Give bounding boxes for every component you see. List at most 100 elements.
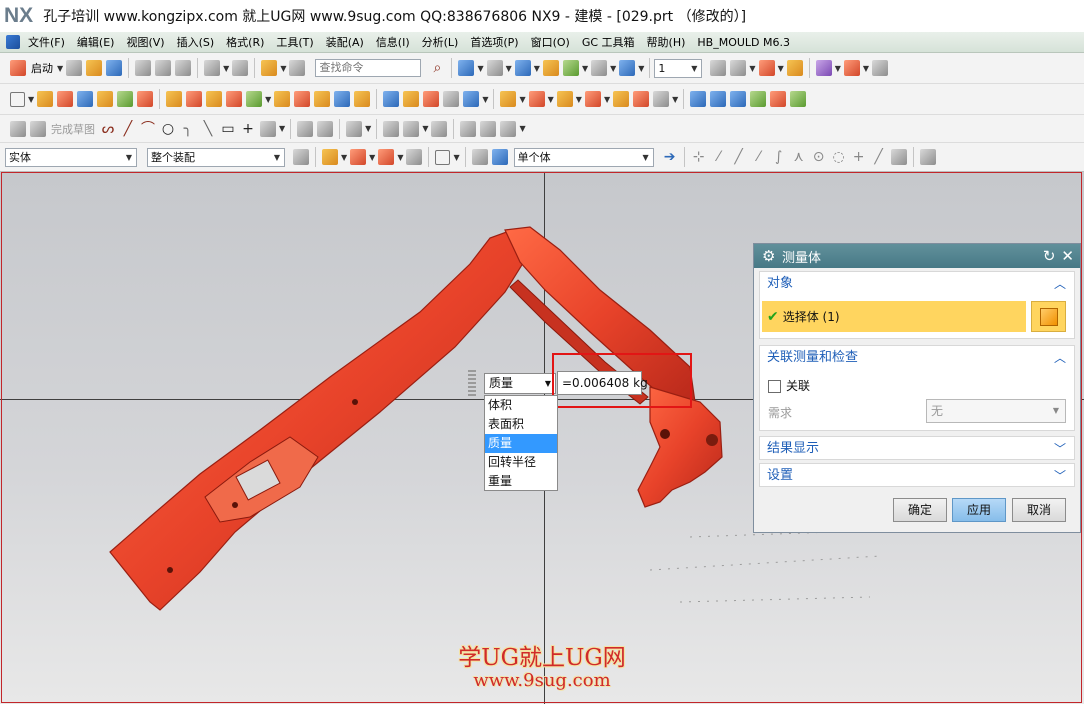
sync-modeling-icon[interactable] (500, 91, 517, 107)
measure-type-select[interactable]: 质量 ▼ (484, 373, 556, 394)
chevron-down-icon[interactable]: ﹀ (1054, 437, 1066, 461)
option-radius-of-gyration[interactable]: 回转半径 (485, 453, 557, 472)
quick-trim-icon[interactable] (297, 120, 314, 137)
relations-icon[interactable] (480, 120, 497, 137)
polygon-icon[interactable] (260, 120, 276, 137)
sketch-settings-icon[interactable] (500, 120, 517, 137)
new-file-icon[interactable] (66, 60, 83, 76)
snap-point-icon[interactable]: ⊹ (691, 149, 707, 165)
rectangle-icon[interactable]: ▭ (220, 121, 236, 137)
view-section-icon[interactable] (619, 60, 636, 76)
requirement-select[interactable]: 无 ▼ (926, 399, 1066, 423)
move-to-layer-icon[interactable] (730, 60, 747, 76)
finish-sketch-icon[interactable] (30, 120, 46, 137)
chamfer-icon[interactable] (294, 91, 311, 107)
section-results[interactable]: 结果显示 ﹀ (759, 436, 1075, 460)
save-icon[interactable] (106, 60, 123, 76)
mirror-icon[interactable] (443, 91, 460, 107)
chevron-down-icon[interactable]: ▼ (397, 153, 403, 162)
chevron-down-icon[interactable]: ▼ (453, 153, 459, 162)
snap-midpoint-icon[interactable]: ╱ (731, 149, 747, 165)
chevron-down-icon[interactable]: ▼ (778, 64, 784, 73)
more-tools-icon[interactable] (872, 60, 889, 76)
shell-icon[interactable] (314, 91, 331, 107)
menu-hb-mould[interactable]: HB_MOULD M6.3 (697, 36, 790, 49)
section-settings-header[interactable]: 设置 ﹀ (760, 464, 1074, 488)
dimension-sketch-icon[interactable] (403, 120, 420, 137)
snap-curve-icon[interactable]: ∫ (771, 149, 787, 165)
snap-grid-icon[interactable] (919, 149, 936, 165)
offset-curve-icon[interactable] (346, 120, 363, 137)
chevron-down-icon[interactable]: ▼ (638, 64, 644, 73)
wcs-icon[interactable] (758, 60, 775, 76)
filter-icon[interactable] (293, 149, 309, 165)
command-toolbar-icon[interactable] (261, 60, 278, 76)
cancel-button[interactable]: 取消 (1012, 498, 1066, 522)
chevron-down-icon[interactable]: ▼ (57, 64, 63, 73)
snap-endpoint-icon[interactable]: ⁄ (711, 149, 727, 165)
chevron-down-icon[interactable]: ▼ (548, 95, 554, 104)
menu-window[interactable]: 窗口(O) (531, 34, 570, 50)
select-body-row[interactable]: ✔ 选择体 (1) (762, 301, 1026, 332)
revolve-icon[interactable] (57, 91, 74, 107)
sew-icon[interactable] (770, 91, 787, 107)
application-icon[interactable] (6, 35, 20, 49)
move-face-icon[interactable] (528, 91, 545, 107)
menu-analysis[interactable]: 分析(L) (422, 34, 459, 50)
option-weight[interactable]: 重量 (485, 472, 557, 491)
menu-edit[interactable]: 编辑(E) (77, 34, 115, 50)
paste-icon[interactable] (175, 60, 192, 76)
chevron-down-icon[interactable]: ▼ (576, 95, 582, 104)
chevron-down-icon[interactable]: ▼ (482, 95, 488, 104)
chevron-down-icon[interactable]: ﹀ (1054, 464, 1066, 488)
analysis-icon[interactable] (786, 60, 803, 76)
background-icon[interactable] (562, 60, 579, 76)
select-intent-icon[interactable] (378, 149, 395, 165)
show-constraints-icon[interactable] (460, 120, 477, 137)
line-icon[interactable]: ╱ (120, 121, 136, 137)
command-finder-input[interactable] (315, 59, 422, 77)
menu-format[interactable]: 格式(R) (226, 34, 264, 50)
arrow-right-icon[interactable]: ➔ (662, 149, 678, 165)
extrude-icon[interactable] (37, 91, 54, 107)
close-icon[interactable]: ✕ (1061, 247, 1074, 265)
datum-plane-icon[interactable] (463, 91, 480, 107)
associative-checkbox[interactable] (768, 380, 781, 393)
redo-icon[interactable] (232, 60, 249, 76)
chevron-down-icon[interactable]: ▼ (265, 95, 271, 104)
chevron-down-icon[interactable]: ▼ (749, 64, 755, 73)
swept-icon[interactable] (730, 91, 747, 107)
finish-sketch-button[interactable]: 完成草图 (51, 121, 95, 137)
selection-scope-select[interactable]: 整个装配 ▼ (147, 147, 285, 167)
apply-button[interactable]: 应用 (952, 498, 1006, 522)
chamfer-sketch-icon[interactable]: ╲ (200, 121, 216, 137)
option-mass[interactable]: 质量 (485, 434, 557, 453)
undo-icon[interactable] (204, 60, 221, 76)
trim-body-icon[interactable] (354, 91, 371, 107)
menu-gc-toolkit[interactable]: GC 工具箱 (582, 34, 635, 50)
select-body-button[interactable] (1031, 301, 1066, 332)
chevron-down-icon[interactable]: ▼ (604, 95, 610, 104)
snap-center-icon[interactable]: ⊙ (811, 149, 827, 165)
chevron-down-icon[interactable]: ▼ (223, 64, 229, 73)
profile-icon[interactable]: ᔕ (100, 121, 116, 137)
chevron-down-icon[interactable]: ▼ (422, 124, 428, 133)
replace-face-icon[interactable] (613, 91, 630, 107)
work-layer-select[interactable]: 1 ▼ (654, 58, 703, 78)
menu-view[interactable]: 视图(V) (126, 34, 164, 50)
more-sync-icon[interactable] (653, 91, 670, 107)
auto-constrain-icon[interactable] (431, 120, 448, 137)
selection-mode-icon[interactable] (350, 149, 367, 165)
shaded-icon[interactable] (514, 60, 531, 76)
touch-mode-icon[interactable] (289, 60, 306, 76)
deselect-icon[interactable] (406, 149, 423, 165)
snap-on-face-icon[interactable] (890, 149, 907, 165)
gear-icon[interactable]: ⚙ (762, 249, 776, 264)
snap-existing-icon[interactable]: + (851, 149, 867, 165)
chevron-down-icon[interactable]: ▼ (835, 64, 841, 73)
surface-icon[interactable] (690, 91, 707, 107)
snap-view-icon[interactable] (815, 60, 832, 76)
snap-on-curve-icon[interactable]: ╱ (871, 149, 887, 165)
chevron-down-icon[interactable]: ▼ (519, 95, 525, 104)
pocket-icon[interactable] (206, 91, 223, 107)
